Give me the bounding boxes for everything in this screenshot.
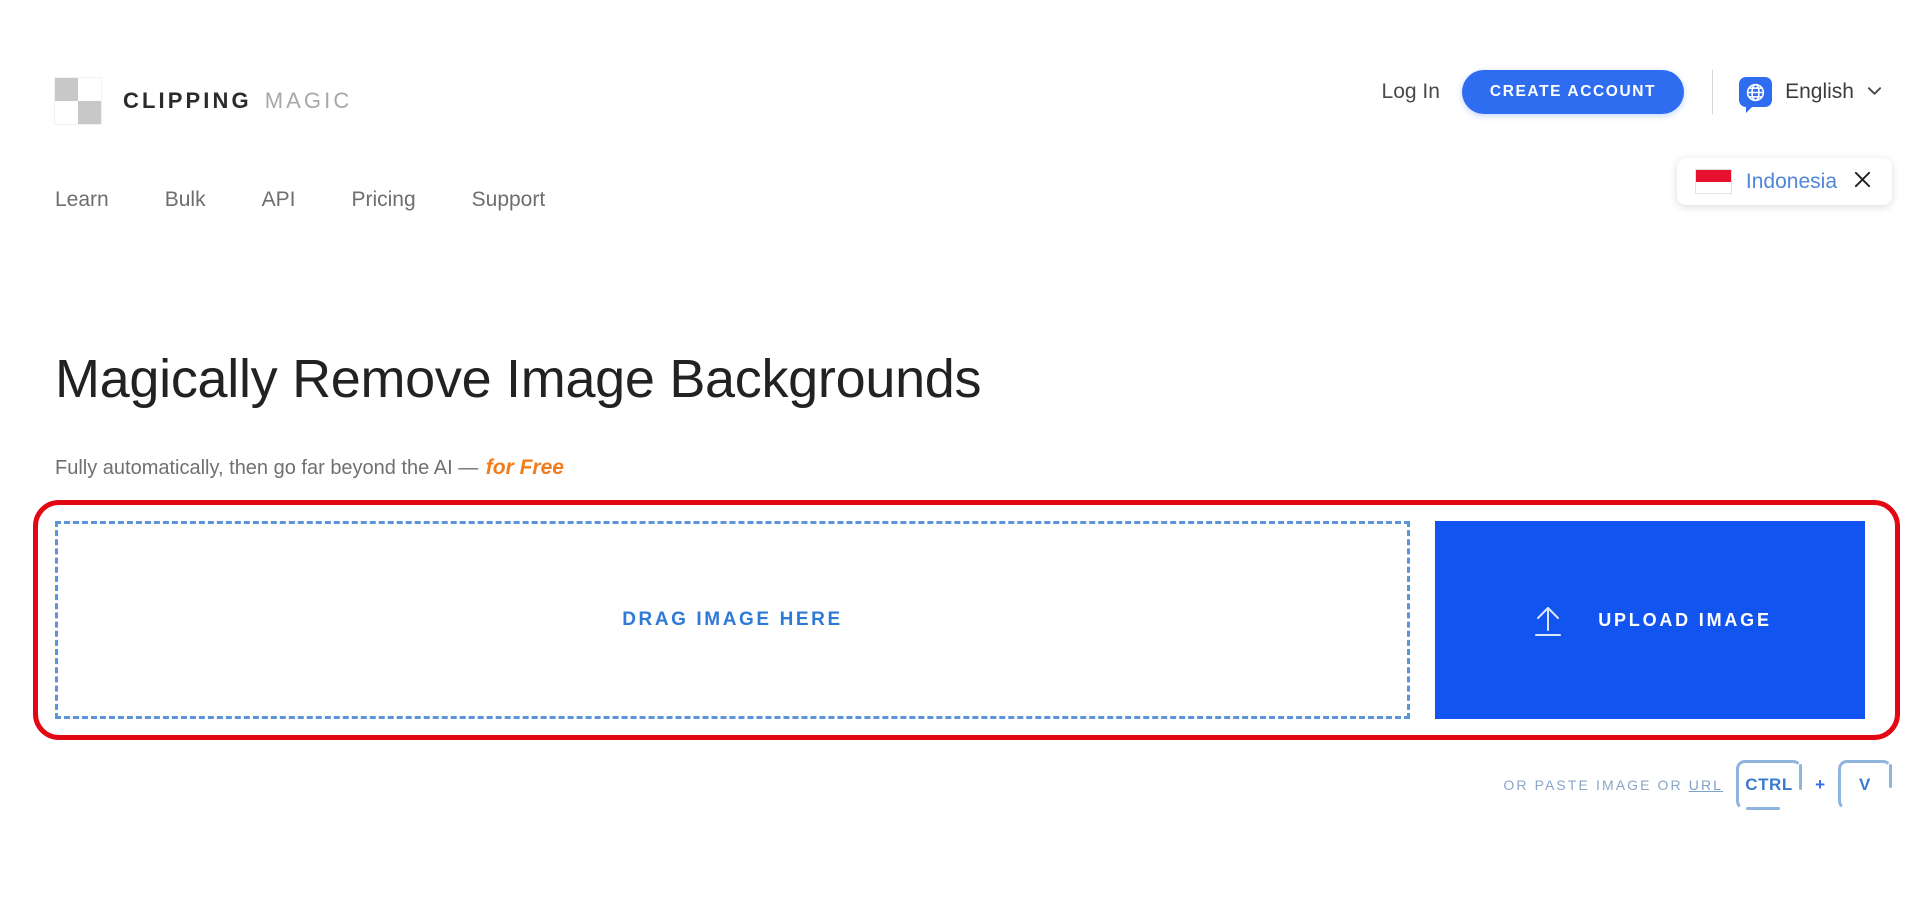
header-divider bbox=[1712, 70, 1714, 114]
keycap-plus-sign: + bbox=[1815, 775, 1825, 794]
upload-arrow-icon bbox=[1528, 599, 1568, 642]
page-title: Magically Remove Image Backgrounds bbox=[55, 349, 982, 409]
upload-area: DRAG IMAGE HERE UPLOAD IMAGE bbox=[55, 521, 1865, 719]
upload-button-label: UPLOAD IMAGE bbox=[1598, 609, 1772, 630]
header-actions: Log In CREATE ACCOUNT English bbox=[1382, 70, 1882, 114]
keycap-ctrl-label: CTRL bbox=[1745, 775, 1793, 794]
country-banner-label[interactable]: Indonesia bbox=[1746, 170, 1837, 194]
language-selector[interactable]: English bbox=[1739, 77, 1882, 113]
indonesia-flag-icon bbox=[1694, 169, 1732, 194]
language-label: English bbox=[1785, 80, 1854, 103]
keycap-v: V bbox=[1838, 760, 1892, 810]
subtitle-plain-text: Fully automatically, then go far beyond … bbox=[55, 457, 484, 479]
page-subtitle: Fully automatically, then go far beyond … bbox=[55, 456, 564, 480]
logo-wordmark: CLIPPING MAGIC bbox=[123, 88, 352, 114]
paste-url-link[interactable]: URL bbox=[1689, 777, 1723, 793]
paste-hint: OR PASTE IMAGE OR URL CTRL + V bbox=[1503, 760, 1892, 810]
main-nav: Learn Bulk API Pricing Support bbox=[55, 188, 545, 212]
subtitle-accent-text: for Free bbox=[485, 456, 564, 479]
chevron-down-icon bbox=[1867, 83, 1882, 101]
nav-item-support[interactable]: Support bbox=[472, 188, 546, 212]
page-root: CLIPPING MAGIC Log In CREATE ACCOUNT Eng… bbox=[0, 0, 1920, 900]
keycap-ctrl: CTRL bbox=[1736, 760, 1803, 810]
logo-secondary-text: MAGIC bbox=[264, 88, 353, 113]
logo-primary-text: CLIPPING bbox=[123, 88, 252, 113]
paste-hint-text: OR PASTE IMAGE OR URL bbox=[1503, 777, 1723, 793]
keycap-v-label: V bbox=[1859, 775, 1871, 794]
upload-image-button[interactable]: UPLOAD IMAGE bbox=[1435, 521, 1865, 719]
nav-item-pricing[interactable]: Pricing bbox=[351, 188, 415, 212]
nav-item-bulk[interactable]: Bulk bbox=[165, 188, 206, 212]
paste-hint-prefix: OR PASTE IMAGE OR bbox=[1503, 777, 1689, 793]
nav-item-api[interactable]: API bbox=[262, 188, 296, 212]
site-logo[interactable]: CLIPPING MAGIC bbox=[55, 78, 352, 124]
close-icon[interactable] bbox=[1853, 170, 1872, 193]
globe-speech-bubble-icon bbox=[1739, 77, 1773, 113]
site-header: CLIPPING MAGIC Log In CREATE ACCOUNT Eng… bbox=[0, 0, 1920, 150]
drag-image-dropzone[interactable]: DRAG IMAGE HERE bbox=[55, 521, 1410, 719]
dropzone-label: DRAG IMAGE HERE bbox=[622, 609, 843, 630]
create-account-button[interactable]: CREATE ACCOUNT bbox=[1461, 70, 1685, 114]
login-link[interactable]: Log In bbox=[1382, 80, 1440, 104]
country-banner[interactable]: Indonesia bbox=[1676, 158, 1892, 205]
checkerboard-logo-icon bbox=[55, 78, 101, 124]
nav-item-learn[interactable]: Learn bbox=[55, 188, 109, 212]
